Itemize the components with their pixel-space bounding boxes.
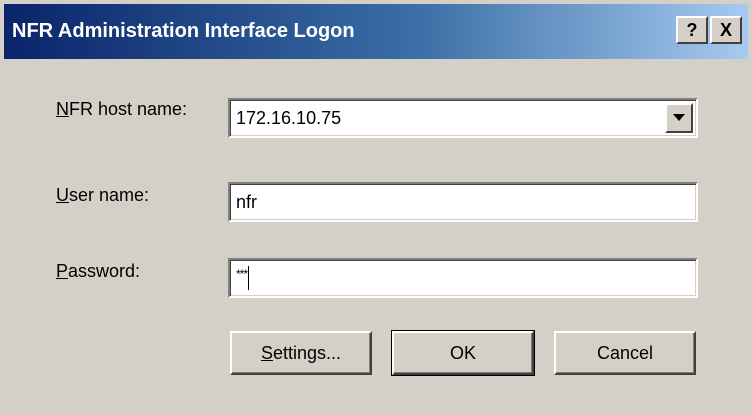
user-name-label-text: ser name:: [69, 185, 150, 205]
host-name-combobox[interactable]: 172.16.10.75: [228, 98, 698, 138]
ok-label: OK: [449, 342, 476, 363]
password-field[interactable]: ***: [228, 258, 698, 298]
host-name-label: NFR host name:: [56, 99, 187, 120]
ok-button[interactable]: OK: [391, 330, 535, 376]
cancel-label: Cancel: [596, 342, 654, 363]
host-name-value: 172.16.10.75: [236, 107, 342, 128]
password-mask: ***: [236, 267, 248, 281]
password-label: Password:: [56, 261, 140, 282]
settings-button[interactable]: Settings...: [230, 331, 372, 375]
user-name-field[interactable]: nfr: [228, 182, 698, 222]
text-cursor: [248, 266, 250, 290]
cancel-button[interactable]: Cancel: [554, 331, 696, 375]
host-name-dropdown-button[interactable]: [665, 103, 693, 133]
user-name-mnemonic: U: [56, 185, 69, 205]
close-icon: X: [719, 19, 732, 40]
chevron-down-icon: [673, 114, 685, 121]
password-label-text: assword:: [68, 261, 141, 281]
help-button[interactable]: ?: [676, 16, 708, 44]
settings-mnemonic: S: [260, 342, 273, 363]
user-name-value: nfr: [236, 191, 258, 212]
user-name-label: User name:: [56, 185, 149, 206]
close-button[interactable]: X: [710, 16, 742, 44]
settings-label: ettings...: [272, 342, 342, 363]
window-title: NFR Administration Interface Logon: [12, 20, 355, 42]
help-icon: ?: [686, 19, 698, 40]
title-bar[interactable]: NFR Administration Interface Logon ? X: [4, 4, 748, 59]
host-name-mnemonic: N: [56, 99, 69, 119]
host-name-label-text: FR host name:: [69, 99, 188, 119]
logon-dialog: NFR Administration Interface Logon ? X N…: [0, 0, 752, 415]
password-mnemonic: P: [56, 261, 69, 281]
